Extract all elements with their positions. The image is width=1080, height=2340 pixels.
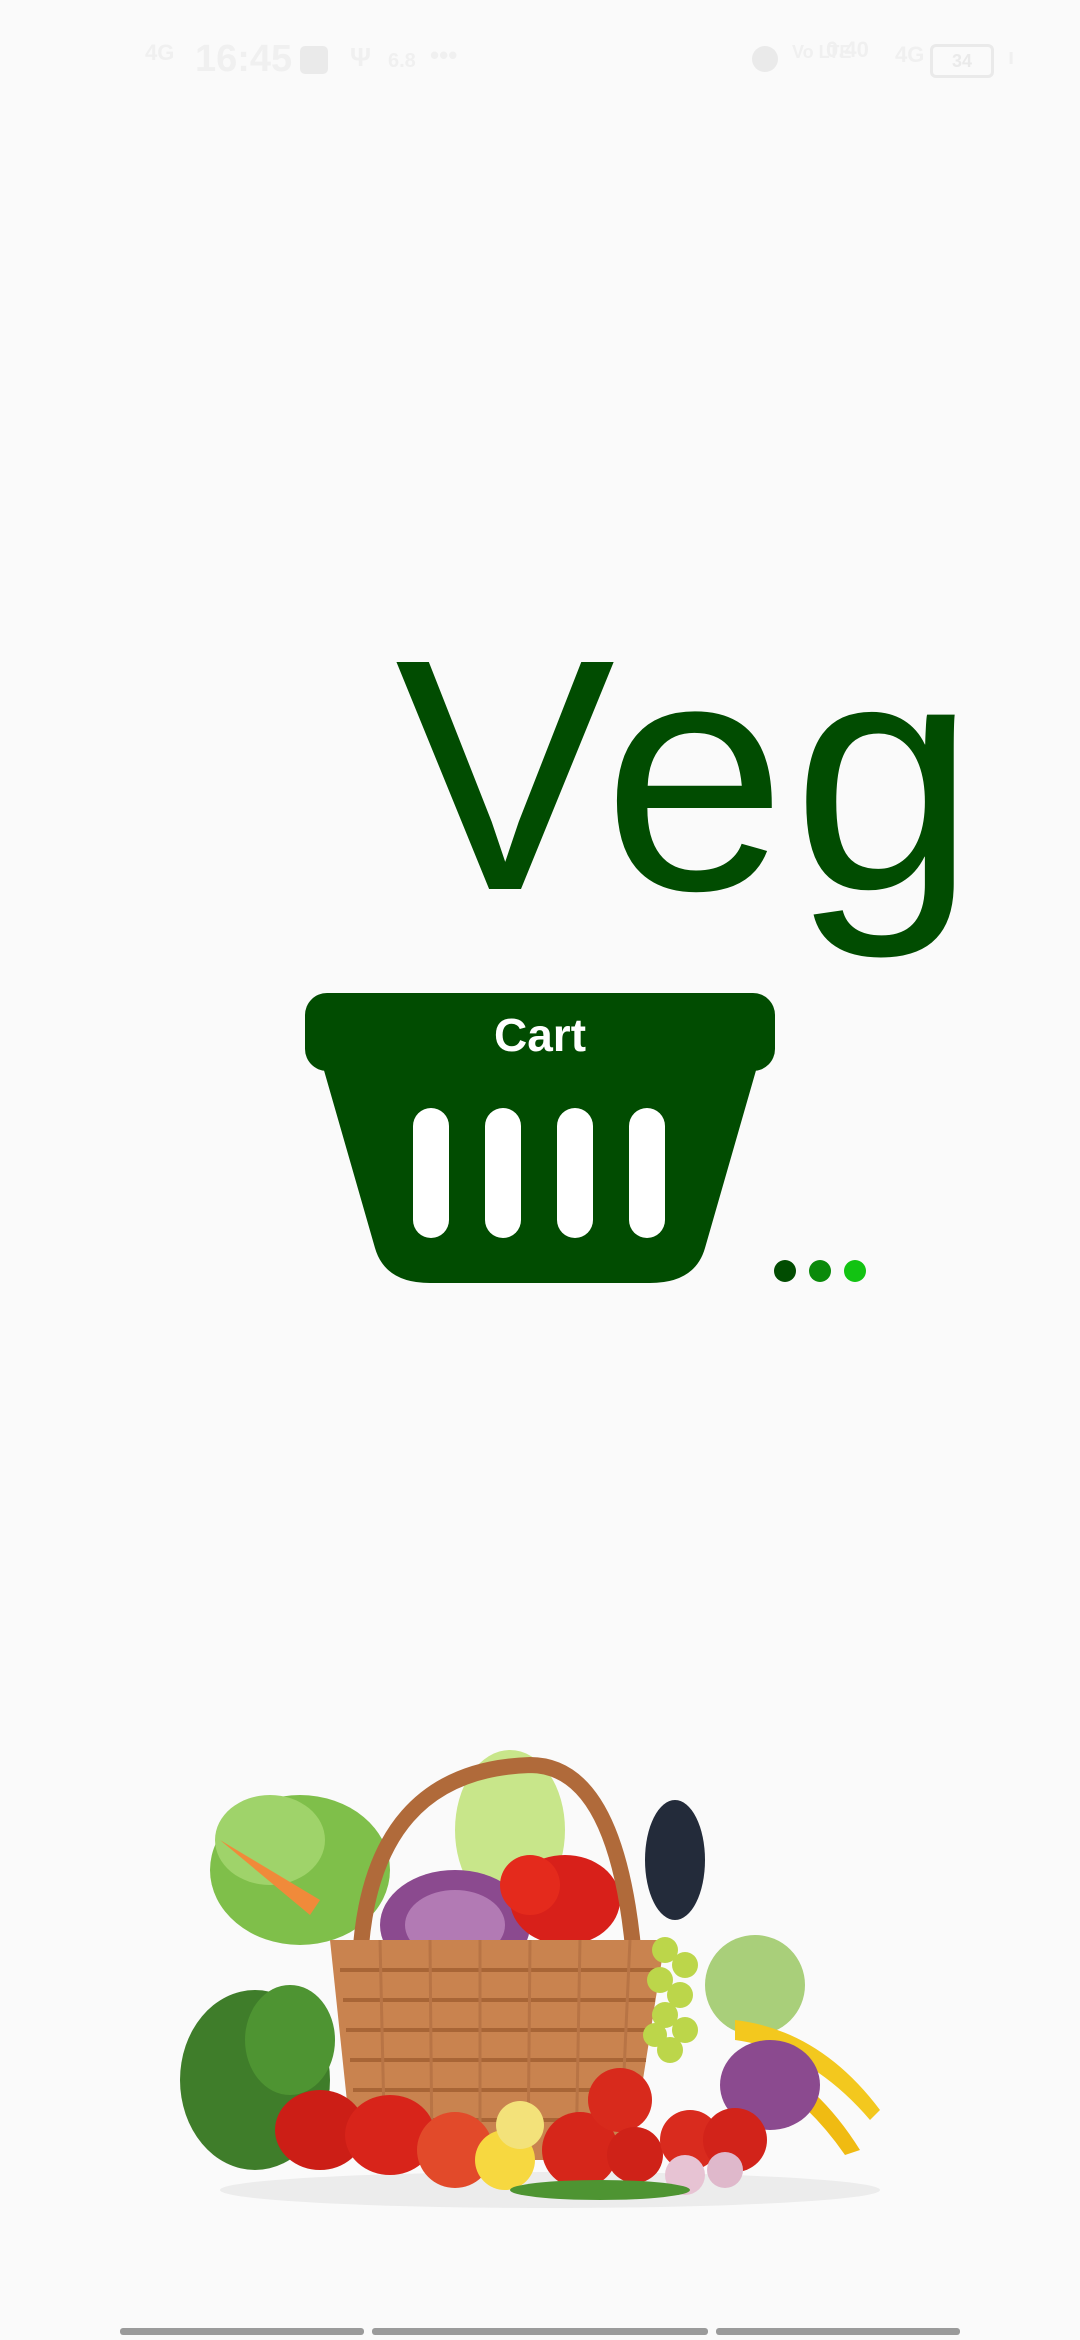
- signal-icon: ı: [1008, 44, 1015, 69]
- alarm-icon: [752, 46, 778, 72]
- status-bar: 4G 16:45 Ψ 6.8 ••• Vo LTE 0.40 4G 34 ı: [0, 0, 1080, 120]
- logo-cart-text: Cart: [493, 1009, 587, 1061]
- data-rate: 0.40: [826, 37, 869, 62]
- gesture-navigation-bar[interactable]: [0, 2325, 1080, 2340]
- more-notifications-icon: •••: [430, 40, 458, 70]
- nav-segment[interactable]: [120, 2328, 364, 2335]
- network-speed: 6.8: [388, 50, 416, 72]
- network-right-indicator: 4G: [895, 42, 925, 67]
- logo-veg-text: Veg: [395, 590, 982, 959]
- loading-dot: [774, 1260, 796, 1282]
- home-gesture-handle[interactable]: [372, 2328, 708, 2335]
- usb-icon: Ψ: [350, 42, 372, 72]
- splash-screen: 4G 16:45 Ψ 6.8 ••• Vo LTE 0.40 4G 34 ı V…: [0, 0, 1080, 2340]
- loading-indicator: [774, 1260, 874, 1284]
- loading-dot: [809, 1260, 831, 1282]
- loading-dot: [844, 1260, 866, 1282]
- network-left-indicator: 4G: [145, 40, 175, 65]
- cart-basket-icon: Cart: [305, 993, 775, 1283]
- nav-segment[interactable]: [716, 2328, 960, 2335]
- status-time: 16:45: [195, 38, 293, 80]
- battery-icon: 34: [930, 44, 994, 78]
- vegetable-basket-image: [180, 1750, 910, 2210]
- notification-icon: [300, 46, 328, 74]
